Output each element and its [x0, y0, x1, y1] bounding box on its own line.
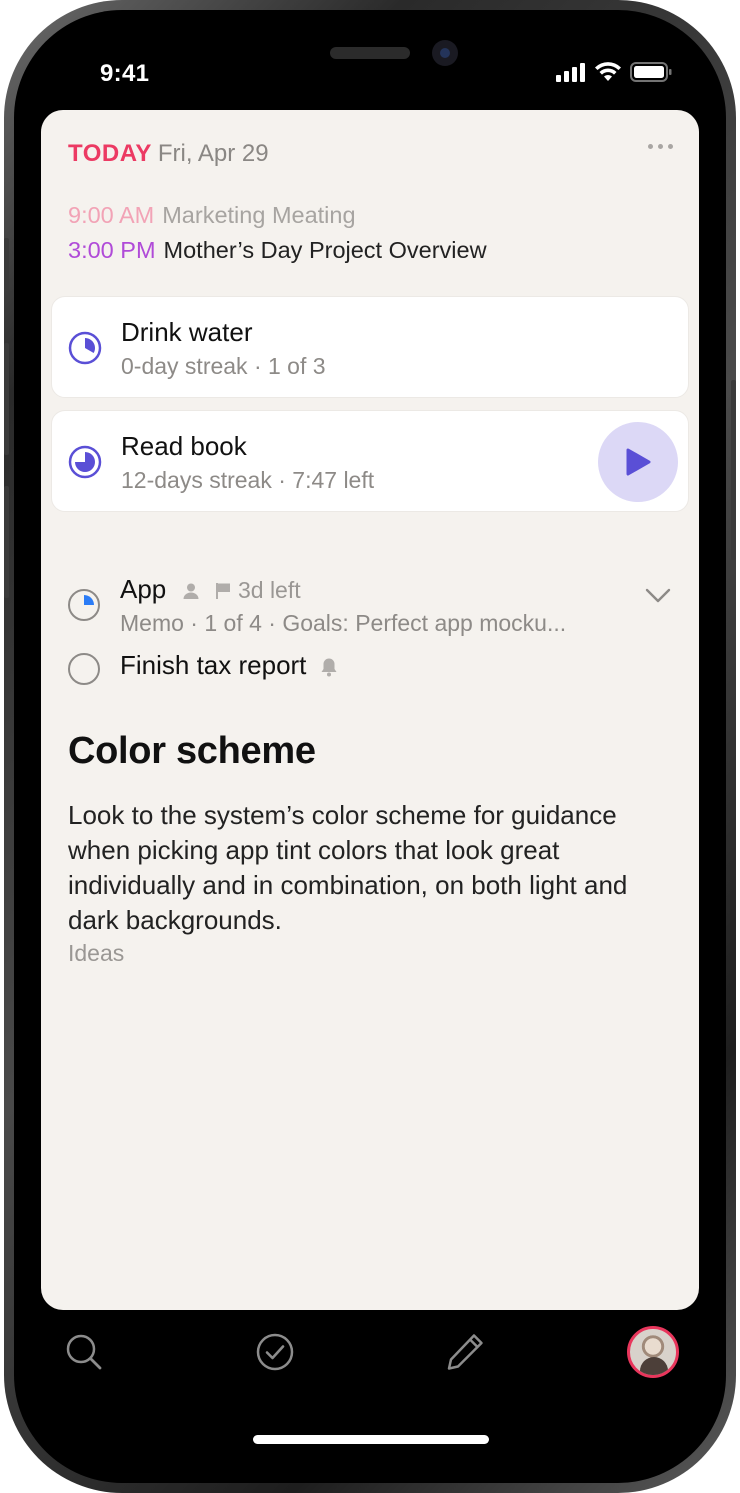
- checkmark-circle-icon: [256, 1333, 294, 1371]
- screen: 9:41 TODAY Fri, Apr 29 9:00 AM Marketing M…: [24, 22, 716, 1471]
- habit-title: Read book: [121, 431, 247, 461]
- progress-ring-icon[interactable]: [68, 445, 102, 479]
- event-marketing-meeting[interactable]: 9:00 AM Marketing Meating: [68, 202, 356, 229]
- header-date: Fri, Apr 29: [157, 140, 269, 167]
- cellular-signal-icon: [556, 63, 585, 82]
- more-dot: [658, 144, 663, 149]
- habit-subtitle: 12-days streak · 7:47 left: [121, 467, 375, 493]
- bell-icon: [321, 658, 337, 677]
- note-tag[interactable]: Ideas: [68, 940, 124, 967]
- play-icon: [626, 448, 651, 476]
- checkbox-circle-icon[interactable]: [67, 652, 101, 686]
- tab-tasks[interactable]: [253, 1330, 297, 1374]
- home-indicator[interactable]: [253, 1435, 489, 1444]
- more-dot: [648, 144, 653, 149]
- task-subtitle: Memo · 1 of 4 · Goals: Perfect app mocku…: [120, 610, 567, 636]
- status-icons: [556, 62, 672, 82]
- battery-icon: [630, 62, 672, 82]
- pencil-icon: [447, 1334, 483, 1370]
- habit-drink-water[interactable]: Drink water 0-day streak · 1 of 3: [51, 296, 689, 398]
- play-timer-button[interactable]: [598, 422, 678, 502]
- progress-ring-icon[interactable]: [67, 588, 101, 622]
- note-title: Color scheme: [68, 730, 316, 772]
- habit-subtitle: 0-day streak · 1 of 3: [121, 353, 326, 379]
- search-icon: [66, 1334, 102, 1370]
- today-card: TODAY Fri, Apr 29 9:00 AM Marketing Meatin…: [41, 110, 699, 1310]
- speaker-grille: [330, 47, 410, 59]
- task-app[interactable]: App 3d left Memo · 1 of 4 · Goals: Perfe…: [41, 550, 699, 636]
- more-dot: [668, 144, 673, 149]
- event-title: Marketing Meating: [162, 202, 356, 228]
- person-icon: [183, 583, 198, 600]
- habit-title: Drink water: [121, 317, 253, 347]
- task-due: 3d left: [237, 577, 301, 603]
- task-finish-tax-report[interactable]: Finish tax report: [41, 644, 699, 694]
- tab-search[interactable]: [62, 1330, 106, 1374]
- flag-icon: [215, 583, 230, 600]
- event-time: 3:00 PM: [68, 237, 156, 263]
- event-time: 9:00 AM: [68, 202, 155, 228]
- wifi-icon: [595, 62, 621, 81]
- front-camera: [432, 40, 458, 66]
- tab-profile[interactable]: [626, 1325, 680, 1379]
- power-button: [731, 380, 736, 560]
- avatar: [627, 1326, 679, 1378]
- task-title-row: App 3d left: [120, 574, 301, 605]
- tab-compose[interactable]: [443, 1330, 487, 1374]
- volume-up-button: [4, 343, 9, 455]
- status-time: 9:41: [100, 60, 150, 87]
- mute-switch: [4, 238, 9, 290]
- event-project-overview[interactable]: 3:00 PM Mother’s Day Project Overview: [68, 237, 487, 264]
- event-title: Mother’s Day Project Overview: [163, 237, 487, 263]
- habit-read-book[interactable]: Read book 12-days streak · 7:47 left: [51, 410, 689, 512]
- volume-down-button: [4, 486, 9, 598]
- today-header: TODAY Fri, Apr 29: [68, 140, 269, 168]
- note-body: Look to the system’s color scheme for gu…: [68, 800, 628, 935]
- today-label: TODAY: [68, 140, 152, 167]
- task-title-row: Finish tax report: [120, 650, 338, 681]
- more-options-button[interactable]: [648, 144, 673, 149]
- task-title: App: [120, 574, 167, 604]
- progress-ring-icon[interactable]: [68, 331, 102, 365]
- task-title: Finish tax report: [120, 650, 307, 680]
- chevron-down-icon[interactable]: [645, 588, 671, 604]
